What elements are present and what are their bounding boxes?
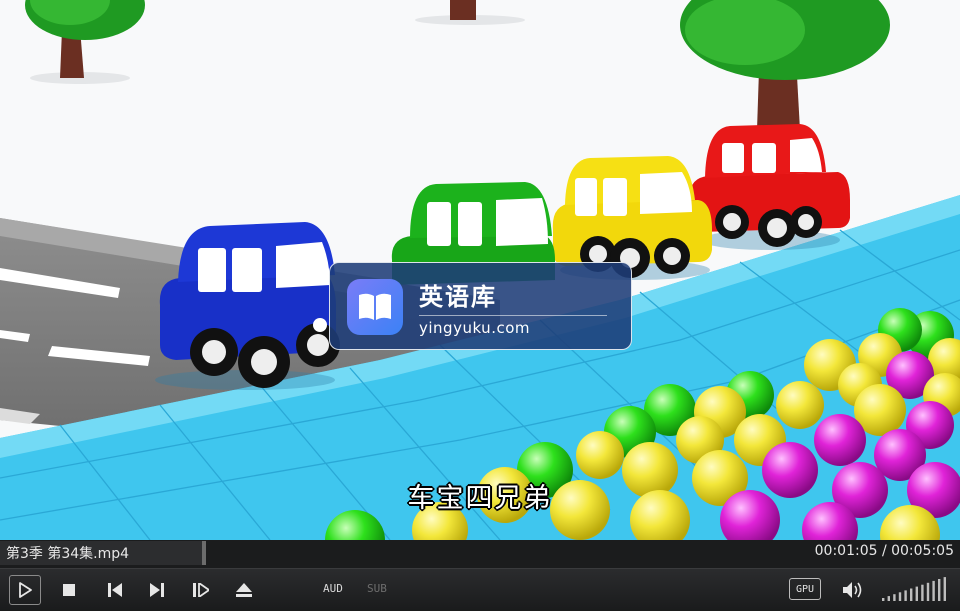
- eject-icon: [236, 583, 252, 597]
- skip-next-icon: [150, 583, 164, 597]
- watermark-url: yingyuku.com: [419, 319, 530, 337]
- watermark-name: 英语库: [419, 283, 497, 311]
- volume-button[interactable]: [840, 578, 866, 602]
- play-button[interactable]: [9, 575, 41, 605]
- speaker-icon: [843, 582, 862, 598]
- skip-previous-icon: [108, 583, 122, 597]
- volume-level-bar: [926, 582, 930, 601]
- stop-icon: [63, 584, 75, 596]
- seek-handle[interactable]: [202, 541, 207, 565]
- volume-level-bar: [943, 577, 946, 601]
- volume-level-bar: [893, 594, 896, 601]
- play-icon: [19, 582, 32, 598]
- frame-step-icon: [193, 583, 209, 597]
- file-name: 第3季 第34集.mp4: [6, 546, 130, 562]
- volume-level-bar: [938, 579, 941, 601]
- watermark-divider: [419, 315, 607, 316]
- volume-slider[interactable]: [880, 577, 950, 603]
- next-button[interactable]: [146, 578, 168, 602]
- frame-step-button[interactable]: [190, 578, 212, 602]
- stop-button[interactable]: [58, 578, 80, 602]
- volume-level-bar: [921, 584, 924, 601]
- subtitle-track-button[interactable]: SUB: [367, 582, 387, 595]
- open-book-icon: [347, 279, 403, 335]
- video-area[interactable]: 英语库 yingyuku.com 车宝四兄弟: [0, 0, 960, 540]
- subtitle-text: 车宝四兄弟: [407, 483, 553, 514]
- gpu-toggle-button[interactable]: GPU: [789, 578, 821, 600]
- volume-level-bar: [910, 588, 913, 601]
- volume-level-bar: [898, 592, 902, 601]
- audio-track-button[interactable]: AUD: [323, 582, 343, 595]
- volume-level-bar: [915, 586, 918, 601]
- watermark-overlay: 英语库 yingyuku.com: [329, 262, 632, 350]
- previous-button[interactable]: [104, 578, 126, 602]
- time-display: 00:01:05 / 00:05:05: [814, 543, 954, 559]
- volume-level-bar: [882, 598, 885, 601]
- volume-level-bar: [887, 596, 890, 601]
- volume-level-bar: [932, 580, 935, 601]
- volume-level-bar: [904, 590, 907, 601]
- media-player: 英语库 yingyuku.com 车宝四兄弟 第3季 第34集.mp4 00:0…: [0, 0, 960, 611]
- control-bar: AUD SUB GPU: [0, 568, 960, 611]
- eject-button[interactable]: [233, 578, 255, 602]
